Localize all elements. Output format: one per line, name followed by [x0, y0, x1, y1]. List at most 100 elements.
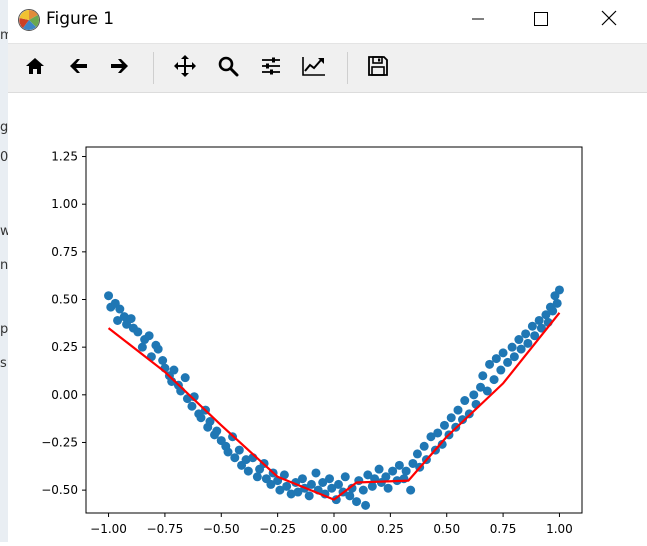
background-text-fragment: p [0, 322, 8, 337]
edit-axis-button[interactable] [298, 52, 330, 84]
chart[interactable]: −0.50 −0.25 0.00 0.25 0.50 0.75 1.00 1.25 −1.00… [8, 92, 647, 542]
scatter-point [187, 401, 197, 411]
scatter-point [478, 371, 488, 381]
scatter-point [412, 449, 422, 459]
edit-axis-icon [301, 55, 327, 81]
scatter-point [126, 314, 136, 324]
y-tick-label: 0.00 [51, 388, 78, 402]
scatter-point [509, 352, 519, 362]
y-tick-label: 0.25 [51, 340, 78, 354]
scatter-point [469, 390, 479, 400]
scatter-point [137, 342, 147, 352]
scatter-point [521, 329, 531, 339]
scatter-point [401, 466, 411, 476]
minimize-button[interactable] [455, 0, 501, 40]
scatter-point [554, 285, 564, 295]
home-icon [24, 55, 46, 81]
scatter-point [144, 331, 154, 341]
pan-move-icon [173, 54, 197, 82]
x-tick-label: 1.00 [546, 522, 573, 536]
toolbar-separator [153, 52, 154, 84]
y-tick-label: 0.50 [51, 293, 78, 307]
y-axis: −0.50 −0.25 0.00 0.25 0.50 0.75 1.00 1.25 [41, 150, 86, 497]
forward-button[interactable] [104, 52, 136, 84]
scatter-point [383, 483, 393, 493]
scatter-point [552, 298, 562, 308]
x-tick-label: −0.50 [203, 522, 240, 536]
x-axis: −1.00 −0.75 −0.50 −0.25 0.00 0.25 0.50 0.75 1.00 [90, 513, 573, 536]
background-text-fragment: n [0, 258, 8, 273]
axes-frame [85, 146, 583, 514]
background-text-fragment: m [0, 28, 8, 43]
save-button[interactable] [362, 52, 394, 84]
scatter-point [153, 344, 163, 354]
navigation-toolbar [8, 43, 647, 93]
zoom-button[interactable] [212, 52, 244, 84]
forward-arrow-icon [109, 55, 131, 81]
scatter-point [304, 491, 314, 501]
home-button[interactable] [19, 52, 51, 84]
scatter-point [439, 420, 449, 430]
y-tick-label: 1.00 [51, 197, 78, 211]
scatter-point [358, 485, 368, 495]
scatter-point [498, 348, 508, 358]
background-text-fragment: 0 [0, 150, 8, 165]
x-tick-label: 0.75 [490, 522, 517, 536]
scatter-point [169, 365, 179, 375]
matplotlib-logo-icon [17, 8, 41, 32]
scatter-point [406, 485, 416, 495]
scatter-point [367, 481, 377, 491]
scatter-point [489, 375, 499, 385]
scatter-point [104, 291, 114, 301]
y-tick-label: −0.50 [41, 483, 78, 497]
x-tick-label: 0.00 [321, 522, 348, 536]
scatter-point [234, 445, 244, 455]
x-tick-label: 0.25 [377, 522, 404, 536]
scatter-point [352, 497, 362, 507]
scatter-point [419, 441, 429, 451]
scatter-point [230, 453, 240, 463]
toolbar-separator [347, 52, 348, 84]
y-tick-label: −0.25 [41, 435, 78, 449]
x-tick-label: 0.50 [433, 522, 460, 536]
background-text-fragment: w [0, 224, 8, 239]
scatter-point [433, 428, 443, 438]
scatter-point [374, 464, 384, 474]
close-button[interactable] [586, 0, 632, 40]
scatter-point [324, 474, 334, 484]
maximize-button[interactable] [518, 0, 564, 40]
figure-canvas[interactable]: −0.50 −0.25 0.00 0.25 0.50 0.75 1.00 1.25 −1.00… [8, 92, 647, 542]
back-button[interactable] [62, 52, 94, 84]
close-icon [601, 10, 617, 30]
x-tick-label: −1.00 [90, 522, 127, 536]
scatter-point [446, 413, 456, 423]
save-floppy-icon [367, 55, 389, 81]
zoom-magnifier-icon [217, 55, 239, 81]
scatter-point [340, 472, 350, 482]
background-text-fragment: g [0, 120, 8, 135]
scatter-point [252, 472, 262, 482]
scatter-point [453, 405, 463, 415]
scatter-point [496, 365, 506, 375]
back-arrow-icon [67, 55, 89, 81]
scatter-point [523, 338, 533, 348]
window-title: Figure 1 [46, 9, 115, 29]
scatter-point [460, 396, 470, 406]
configure-subplots-button[interactable] [255, 52, 287, 84]
figure-window: Figure 1 −0.50 −0.25 0.00 0.25 0.50 0.75… [8, 0, 647, 542]
background-text-fragment: s [0, 356, 7, 371]
x-tick-label: −0.25 [259, 522, 296, 536]
scatter-point [361, 500, 371, 510]
scatter-point [133, 327, 143, 337]
scatter-point [212, 426, 222, 436]
y-tick-label: 1.25 [51, 150, 78, 164]
minimize-icon [471, 11, 485, 30]
scatter-point [115, 304, 125, 314]
x-tick-label: −0.75 [147, 522, 184, 536]
scatter-point [243, 466, 253, 476]
pan-button[interactable] [169, 52, 201, 84]
scatter-point [297, 474, 307, 484]
configure-subplots-icon [260, 55, 282, 81]
scatter-point [158, 356, 168, 365]
title-bar[interactable]: Figure 1 [8, 0, 647, 40]
